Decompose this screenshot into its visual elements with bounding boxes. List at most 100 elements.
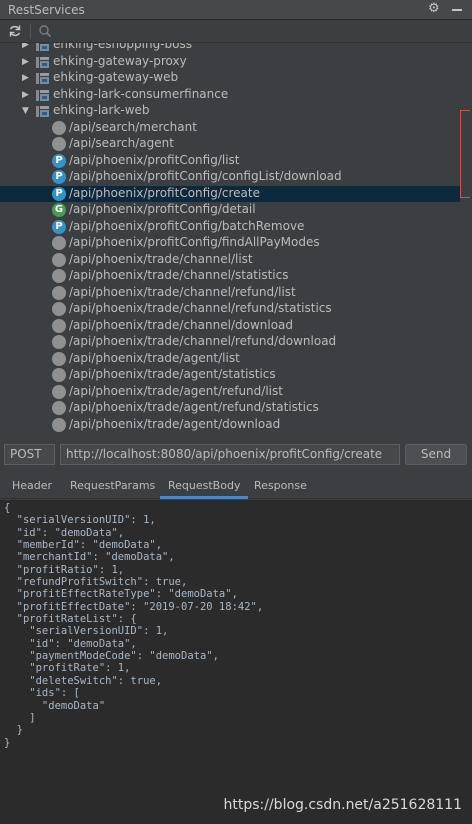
endpoint-item[interactable]: P/api/phoenix/profitConfig/configList/do…: [0, 169, 460, 186]
module-folder-icon: [36, 56, 49, 68]
endpoint-label: /api/phoenix/trade/agent/statistics: [69, 367, 276, 381]
url-field[interactable]: http://localhost:8080/api/phoenix/profit…: [60, 444, 400, 465]
code-line: {: [4, 502, 11, 514]
endpoint-label: /api/phoenix/trade/agent/download: [69, 416, 281, 431]
module-node[interactable]: ▼ ehking-lark-web: [0, 103, 460, 120]
module-folder-icon: [36, 73, 49, 84]
send-button[interactable]: Send: [405, 444, 467, 465]
endpoint-label: /api/phoenix/profitConfig/findAllPayMode…: [69, 235, 320, 249]
code-line: "id": "demoData",: [4, 637, 137, 650]
endpoint-label: /api/phoenix/trade/channel/statistics: [69, 268, 289, 282]
endpoint-item[interactable]: /api/phoenix/profitConfig/findAllPayMode…: [0, 235, 460, 252]
code-line: "profitEffectDate": "2019-07-20 18:42",: [4, 600, 264, 613]
chevron-down-icon[interactable]: ▼: [22, 106, 32, 116]
gear-icon[interactable]: ⚙: [428, 2, 442, 16]
post-method-icon: P: [52, 153, 66, 168]
endpoint-item[interactable]: /api/phoenix/trade/agent/download: [0, 417, 460, 434]
endpoint-item[interactable]: /api/phoenix/trade/agent/statistics: [0, 367, 460, 384]
code-line: ]: [4, 711, 36, 724]
endpoint-icon: [52, 384, 66, 399]
code-line: "profitRate": 1,: [4, 662, 131, 675]
endpoint-item[interactable]: /api/phoenix/trade/agent/refund/list: [0, 384, 460, 401]
service-tree: ▶ ehking-eshopping-boss ▶ ehking-gateway-pr…: [0, 43, 472, 437]
code-line: "deleteSwitch": true,: [4, 674, 163, 687]
module-node[interactable]: ▶ ehking-eshopping-boss: [0, 43, 460, 54]
window-title: RestServices: [8, 2, 85, 17]
code-line: "profitRateList": {: [4, 613, 137, 626]
endpoint-icon: [52, 351, 66, 366]
endpoint-icon: [52, 236, 66, 250]
tab-request-params[interactable]: RequestParams: [70, 473, 155, 499]
endpoint-item[interactable]: /api/phoenix/trade/channel/refund/statis…: [0, 301, 460, 318]
endpoint-item[interactable]: /api/phoenix/trade/agent/list: [0, 351, 460, 368]
code-line: "serialVersionUID": 1,: [4, 625, 169, 638]
endpoint-icon: [52, 120, 66, 135]
endpoint-item[interactable]: P/api/phoenix/profitConfig/create: [0, 185, 460, 202]
code-line: "memberId": "demoData",: [4, 539, 163, 552]
endpoint-icon: [52, 417, 66, 432]
endpoint-item[interactable]: P/api/phoenix/profitConfig/batchRemove: [0, 219, 460, 236]
code-line: "profitRatio": 1,: [4, 563, 125, 576]
post-method-icon: P: [52, 186, 66, 201]
chevron-right-icon[interactable]: ▶: [22, 73, 32, 83]
endpoint-item[interactable]: /api/phoenix/trade/channel/download: [0, 318, 460, 335]
endpoint-item[interactable]: /api/phoenix/trade/channel/statistics: [0, 268, 460, 285]
watermark: https://blog.csdn.net/a251628111: [223, 797, 463, 813]
code-line: }: [4, 736, 11, 749]
search-icon[interactable]: [38, 24, 52, 38]
endpoint-icon: [52, 401, 66, 415]
tab-request-body[interactable]: RequestBody: [159, 473, 249, 499]
endpoint-item[interactable]: /api/phoenix/trade/channel/refund/downlo…: [0, 334, 460, 351]
endpoint-label: /api/search/agent: [69, 136, 174, 150]
endpoint-icon: [52, 368, 66, 382]
module-folder-icon: [36, 89, 49, 101]
endpoint-label: /api/phoenix/trade/channel/list: [69, 251, 253, 266]
request-bar: POST http://localhost:8080/api/phoenix/p…: [0, 437, 472, 471]
endpoint-item[interactable]: /api/phoenix/trade/channel/list: [0, 252, 460, 269]
http-method-select[interactable]: POST: [4, 444, 55, 465]
post-method-icon: P: [52, 219, 66, 234]
chevron-right-icon[interactable]: ▶: [22, 43, 32, 50]
endpoint-label: /api/phoenix/trade/channel/refund/list: [69, 284, 296, 299]
endpoint-item[interactable]: /api/search/merchant: [0, 120, 460, 137]
module-node[interactable]: ▶ ehking-lark-consumerfinance: [0, 87, 460, 104]
endpoint-icon: [52, 318, 66, 333]
module-label: ehking-eshopping-boss: [53, 43, 192, 51]
module-node[interactable]: ▶ ehking-gateway-proxy: [0, 54, 460, 71]
chevron-right-icon[interactable]: ▶: [22, 90, 32, 100]
tab-header[interactable]: Header: [12, 473, 52, 499]
minimize-icon[interactable]: [452, 9, 462, 11]
refresh-icon[interactable]: [8, 24, 22, 38]
request-body-text: { "serialVersionUID": 1, "id": "demoData…: [4, 502, 263, 749]
endpoint-label: /api/phoenix/trade/agent/refund/statisti…: [69, 400, 319, 414]
endpoint-label: /api/phoenix/trade/channel/refund/statis…: [69, 301, 332, 315]
endpoint-item[interactable]: /api/phoenix/trade/channel/refund/list: [0, 285, 460, 302]
code-line: "serialVersionUID": 1,: [4, 514, 156, 527]
code-line: "refundProfitSwitch": true,: [4, 576, 188, 589]
request-tabs: Header RequestParams RequestBody Respons…: [0, 473, 472, 499]
endpoint-label: /api/phoenix/profitConfig/create: [69, 185, 260, 200]
request-body-editor[interactable]: { "serialVersionUID": 1, "id": "demoData…: [0, 500, 472, 824]
toolbar-separator: [30, 24, 31, 39]
endpoint-label: /api/phoenix/profitConfig/list: [69, 152, 240, 167]
endpoint-item[interactable]: P/api/phoenix/profitConfig/list: [0, 153, 460, 170]
endpoint-label: /api/phoenix/trade/channel/refund/downlo…: [69, 334, 337, 348]
endpoint-icon: [52, 302, 66, 316]
tab-response[interactable]: Response: [254, 473, 307, 499]
endpoint-label: /api/phoenix/profitConfig/detail: [69, 202, 256, 216]
module-node[interactable]: ▶ ehking-gateway-web: [0, 70, 460, 87]
chevron-right-icon[interactable]: ▶: [22, 57, 32, 67]
endpoint-item[interactable]: /api/search/agent: [0, 136, 460, 153]
code-line: }: [4, 724, 23, 737]
endpoint-label: /api/phoenix/profitConfig/configList/dow…: [69, 169, 342, 183]
module-label: ehking-lark-consumerfinance: [53, 86, 229, 101]
endpoint-label: /api/phoenix/trade/agent/list: [69, 350, 240, 365]
code-line: "paymentModeCode": "demoData",: [4, 650, 219, 663]
module-folder-icon: [36, 43, 49, 51]
endpoint-label: /api/phoenix/profitConfig/batchRemove: [69, 218, 305, 233]
endpoint-item[interactable]: /api/phoenix/trade/agent/refund/statisti…: [0, 400, 460, 417]
endpoint-item[interactable]: G/api/phoenix/profitConfig/detail: [0, 202, 460, 219]
endpoint-label: /api/phoenix/trade/channel/download: [69, 317, 294, 332]
get-method-icon: G: [52, 203, 66, 217]
code-line: "demoData": [4, 699, 106, 712]
